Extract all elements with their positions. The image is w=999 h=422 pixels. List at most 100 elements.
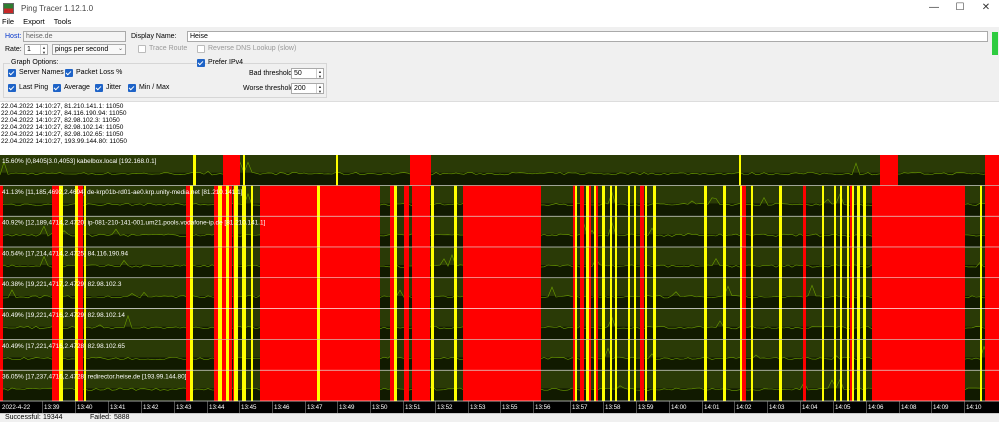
average-checkbox[interactable] — [53, 84, 61, 92]
bad-ping-marker — [454, 247, 457, 279]
bad-threshold-stepper[interactable]: 50 ▲ ▼ — [291, 68, 324, 79]
last-ping-checkbox[interactable] — [8, 84, 16, 92]
minimize-button[interactable]: — — [921, 0, 947, 16]
bad-ping-marker — [834, 216, 836, 248]
bad-ping-marker — [234, 278, 238, 309]
failure-region — [803, 216, 806, 248]
bad-ping-marker — [394, 216, 397, 248]
worse-threshold-stepper[interactable]: 200 ▲ ▼ — [291, 83, 324, 94]
bad-ping-marker — [242, 185, 246, 217]
jitter-checkbox[interactable] — [95, 84, 103, 92]
bad-ping-marker — [840, 339, 842, 371]
failure-region — [404, 185, 409, 217]
trace-route-label: Trace Route — [149, 45, 188, 52]
bad-ping-marker — [602, 185, 605, 217]
bad-ping-marker — [431, 216, 434, 248]
bad-threshold-spin-icon[interactable]: ▲ ▼ — [316, 69, 323, 78]
bad-ping-marker — [847, 185, 849, 217]
bad-ping-marker — [857, 309, 860, 340]
bad-ping-marker — [852, 247, 854, 279]
bad-ping-marker — [251, 339, 253, 371]
bad-ping-marker — [317, 370, 320, 402]
host-input[interactable]: heise.de — [23, 31, 126, 42]
prefer-ipv4-checkbox[interactable] — [197, 59, 205, 67]
packet-loss-label: Packet Loss % — [76, 69, 123, 76]
bad-ping-marker — [634, 278, 636, 309]
bad-ping-marker — [847, 216, 849, 248]
bad-ping-marker — [852, 339, 854, 371]
average-label: Average — [64, 84, 90, 91]
timeline-label: 13:42 — [143, 404, 159, 411]
row-separator — [0, 185, 999, 186]
timeline-tick — [468, 401, 469, 413]
close-button[interactable]: ✕ — [973, 0, 999, 16]
bad-ping-marker — [190, 309, 193, 340]
bad-ping-marker — [740, 216, 742, 248]
timeline-tick — [800, 401, 801, 413]
menu-bar: File Export Tools — [0, 16, 999, 27]
timeline-tick — [636, 401, 637, 413]
timeline-tick — [500, 401, 501, 413]
maximize-button[interactable]: ☐ — [947, 0, 973, 16]
bad-ping-marker — [822, 216, 824, 248]
bad-ping-marker — [190, 247, 193, 279]
bad-ping-marker — [602, 247, 605, 279]
timeline-tick — [174, 401, 175, 413]
packet-loss-checkbox[interactable] — [65, 69, 73, 77]
bad-ping-marker — [190, 339, 193, 371]
bad-ping-marker — [634, 247, 636, 279]
bad-ping-marker — [645, 339, 647, 371]
bad-ping-marker — [847, 339, 849, 371]
server-names-checkbox[interactable] — [8, 69, 16, 77]
timeline-label: 13:52 — [437, 404, 453, 411]
graph-options-title: Graph Options: — [10, 58, 60, 68]
menu-tools[interactable]: Tools — [52, 16, 75, 27]
bad-ping-marker — [628, 370, 630, 402]
bad-ping-marker — [723, 339, 726, 371]
failure-region — [803, 247, 806, 279]
bad-ping-marker — [779, 309, 782, 340]
rate-stepper[interactable]: 1 ▲ ▼ — [24, 44, 48, 55]
bad-ping-marker — [317, 309, 320, 340]
failure-region — [580, 370, 584, 402]
ping-log[interactable]: 22.04.2022 14:10:27, 81.210.141.1: 11050… — [0, 101, 999, 155]
menu-export[interactable]: Export — [21, 16, 48, 27]
bad-ping-marker — [594, 216, 596, 248]
rate-unit-select[interactable]: pings per second ⌄ — [52, 44, 126, 55]
row-separator — [0, 246, 999, 248]
min-max-checkbox[interactable] — [128, 84, 136, 92]
bad-ping-marker — [394, 309, 397, 340]
display-name-input[interactable]: Heise — [187, 31, 988, 42]
timeline-tick — [833, 401, 834, 413]
failure-region — [872, 309, 965, 340]
timeline-label: 13:56 — [535, 404, 551, 411]
worse-threshold-value: 200 — [294, 85, 306, 92]
bad-ping-marker — [634, 185, 636, 217]
bad-ping-marker — [751, 185, 753, 217]
failure-region — [985, 278, 999, 309]
bad-ping-marker — [980, 185, 982, 217]
bad-ping-marker — [840, 216, 842, 248]
bad-ping-marker — [602, 309, 605, 340]
bad-ping-marker — [431, 339, 434, 371]
trace-route-checkbox[interactable] — [138, 45, 146, 53]
min-max-label: Min / Max — [139, 84, 170, 91]
bad-ping-marker — [653, 216, 656, 248]
rate-label: Rate: — [5, 46, 22, 53]
bad-ping-marker — [431, 247, 434, 279]
row-label: 36.05% [17,237,4716,2.4728] redirector.h… — [2, 374, 187, 381]
timeline-label: 13:45 — [241, 404, 257, 411]
failure-region — [463, 185, 541, 217]
timeline-label: 14:08 — [901, 404, 917, 411]
worse-threshold-spin-icon[interactable]: ▲ ▼ — [316, 84, 323, 93]
ping-graph[interactable]: 15.60% [0,8405|3.0,4053] kabelbox.local … — [0, 155, 999, 413]
reverse-dns-checkbox[interactable] — [197, 45, 205, 53]
menu-file[interactable]: File — [0, 16, 17, 27]
rate-spin-icon[interactable]: ▲ ▼ — [40, 45, 47, 54]
row-separator — [0, 339, 999, 340]
bad-ping-marker — [242, 339, 246, 371]
bad-ping-marker — [594, 278, 596, 309]
failure-region — [580, 185, 584, 217]
bad-ping-marker — [840, 309, 842, 340]
failure-region — [872, 339, 965, 371]
